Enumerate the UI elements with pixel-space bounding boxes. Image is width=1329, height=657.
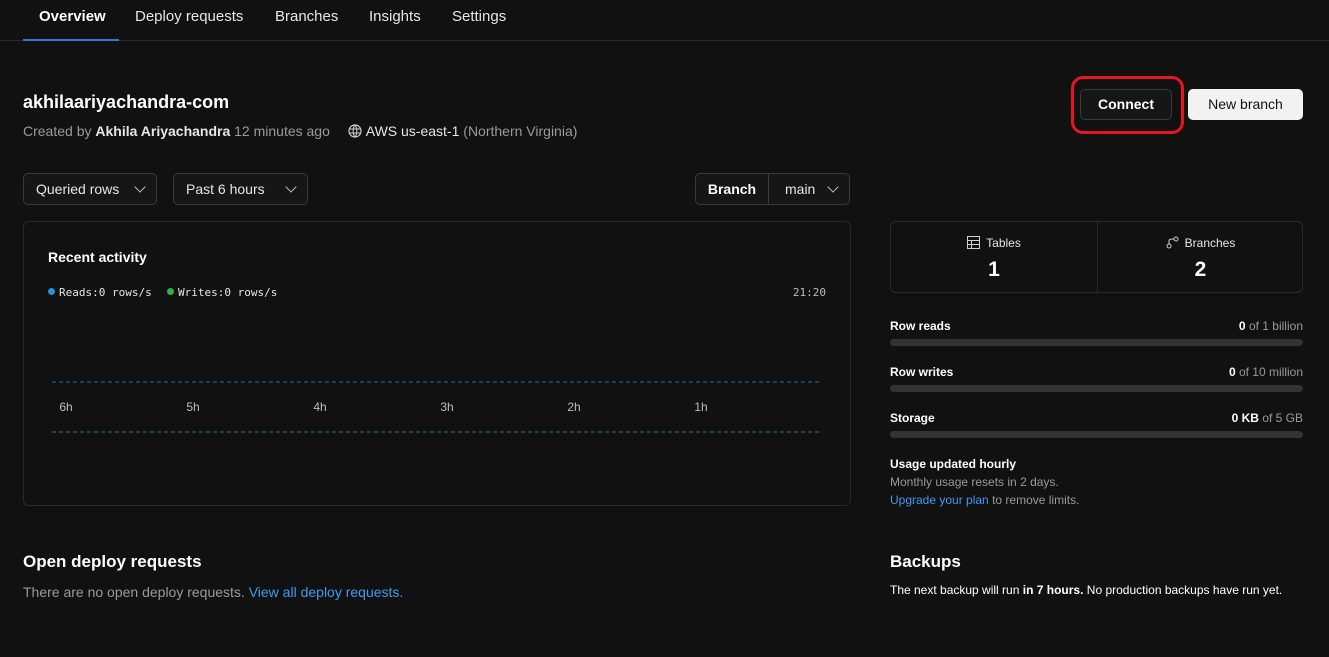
usage-label: Storage bbox=[890, 411, 935, 425]
x-tick-label: 2h bbox=[567, 400, 580, 414]
x-tick-label: 4h bbox=[313, 400, 326, 414]
active-tab-indicator bbox=[23, 39, 119, 41]
upgrade-suffix: to remove limits. bbox=[992, 493, 1080, 507]
usage-label: Row writes bbox=[890, 365, 954, 379]
time-range-select[interactable]: Past 6 hours bbox=[173, 173, 308, 205]
region-detail: (Northern Virginia) bbox=[463, 123, 578, 139]
tab-settings[interactable]: Settings bbox=[452, 0, 506, 41]
usage-bar bbox=[890, 339, 1303, 346]
usage-reset-text: Monthly usage resets in 2 days. bbox=[890, 475, 1059, 489]
x-tick-label: 6h bbox=[59, 400, 72, 414]
created-by-prefix: Created by bbox=[23, 123, 92, 139]
branches-stat: Branches 2 bbox=[1097, 222, 1303, 292]
x-tick-label: 5h bbox=[186, 400, 199, 414]
deploy-requests-title: Open deploy requests bbox=[23, 552, 202, 571]
usage-updated-title: Usage updated hourly bbox=[890, 457, 1017, 471]
stats-card: Tables 1 Branches 2 bbox=[890, 221, 1303, 293]
branches-count: 2 bbox=[1194, 258, 1207, 281]
backup-time: in 7 hours. bbox=[1022, 583, 1084, 597]
backup-text: The next backup will run in 7 hours. No … bbox=[890, 581, 1300, 599]
time-range-value: Past 6 hours bbox=[186, 181, 265, 197]
metric-select-value: Queried rows bbox=[36, 181, 120, 197]
upgrade-note: Upgrade your plan to remove limits. bbox=[890, 493, 1079, 507]
author-name: Akhila Ariyachandra bbox=[95, 123, 231, 139]
tables-label: Tables bbox=[986, 236, 1021, 250]
tab-deploy-requests[interactable]: Deploy requests bbox=[135, 0, 243, 41]
new-branch-button[interactable]: New branch bbox=[1188, 89, 1303, 120]
tab-insights[interactable]: Insights bbox=[369, 0, 421, 41]
chevron-down-icon bbox=[134, 181, 146, 193]
usage-value: 0 KB of 5 GB bbox=[1231, 411, 1303, 425]
backup-text-suffix: No production backups have run yet. bbox=[1086, 583, 1283, 597]
deploy-requests-empty-text: There are no open deploy requests. bbox=[23, 584, 245, 600]
top-nav: Overview Deploy requests Branches Insigh… bbox=[0, 0, 1329, 41]
metric-select[interactable]: Queried rows bbox=[23, 173, 157, 205]
connect-highlight-annotation bbox=[1071, 76, 1184, 134]
chevron-down-icon bbox=[285, 181, 297, 193]
created-ago: 12 minutes ago bbox=[234, 123, 330, 139]
usage-bar bbox=[890, 385, 1303, 392]
database-title: akhilaariyachandra-com bbox=[23, 92, 230, 112]
x-tick-label: 3h bbox=[440, 400, 453, 414]
backup-text-prefix: The next backup will run bbox=[890, 583, 1020, 597]
usage-label: Row reads bbox=[890, 319, 951, 333]
usage-bar bbox=[890, 431, 1303, 438]
usage-value: 0 of 10 million bbox=[1228, 365, 1303, 379]
tables-stat: Tables 1 bbox=[891, 222, 1097, 292]
recent-activity-panel: Recent activity Reads:0 rows/s Writes:0 … bbox=[23, 221, 851, 506]
globe-icon bbox=[348, 124, 362, 138]
tab-branches[interactable]: Branches bbox=[275, 0, 338, 41]
deploy-requests-empty: There are no open deploy requests. View … bbox=[23, 584, 403, 600]
region: AWS us-east-1 bbox=[365, 123, 460, 139]
tab-overview[interactable]: Overview bbox=[39, 0, 106, 41]
branch-label: Branch bbox=[696, 174, 769, 204]
backups-title: Backups bbox=[890, 552, 961, 571]
x-tick-label: 1h bbox=[694, 400, 707, 414]
branches-label: Branches bbox=[1184, 236, 1236, 250]
branch-select-value: main bbox=[785, 181, 816, 197]
table-icon bbox=[967, 236, 981, 249]
upgrade-plan-link[interactable]: Upgrade your plan bbox=[890, 493, 989, 507]
usage-value: 0 of 1 billion bbox=[1238, 319, 1303, 333]
branch-select-group: Branch main bbox=[695, 173, 850, 205]
activity-chart: 6h 5h 4h 3h 2h 1h bbox=[52, 381, 822, 433]
tables-count: 1 bbox=[988, 258, 1000, 281]
branch-icon bbox=[1166, 236, 1179, 249]
chevron-down-icon bbox=[827, 181, 839, 193]
branch-select[interactable]: main bbox=[769, 174, 849, 204]
database-meta: Created by Akhila Ariyachandra 12 minute… bbox=[23, 123, 577, 139]
view-all-deploy-requests-link[interactable]: View all deploy requests. bbox=[249, 584, 404, 600]
